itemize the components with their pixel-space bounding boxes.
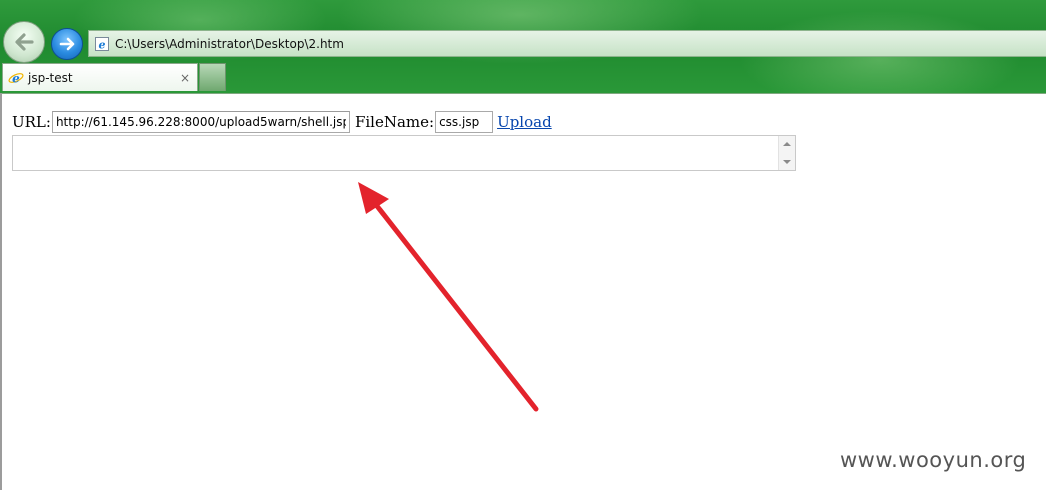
- ie-page-icon: e: [95, 36, 109, 51]
- browser-chrome: e C:\Users\Administrator\Desktop\2.htm e…: [0, 0, 1046, 94]
- new-tab-button[interactable]: [199, 63, 226, 91]
- scroll-down-icon[interactable]: [779, 154, 795, 170]
- tab-jsp-test[interactable]: e jsp-test ×: [2, 63, 198, 91]
- ie-tab-icon: e: [8, 71, 24, 85]
- page-left-border: [0, 93, 2, 490]
- upload-link[interactable]: Upload: [497, 113, 552, 131]
- url-label: URL:: [12, 113, 51, 131]
- svg-text:e: e: [99, 38, 106, 51]
- address-text: C:\Users\Administrator\Desktop\2.htm: [115, 36, 344, 51]
- content-textarea[interactable]: [12, 135, 796, 171]
- filename-label: FileName:: [354, 113, 435, 131]
- filename-input[interactable]: [435, 111, 494, 133]
- url-input[interactable]: [51, 111, 350, 133]
- upload-form: URL: FileName: Upload: [12, 111, 552, 133]
- back-arrow-icon: [15, 33, 34, 51]
- tab-title: jsp-test: [28, 70, 73, 85]
- back-button[interactable]: [3, 21, 45, 63]
- textarea-scrollbar[interactable]: [778, 136, 795, 170]
- forward-arrow-icon: [59, 37, 75, 51]
- tab-close-icon[interactable]: ×: [178, 71, 192, 85]
- svg-text:e: e: [12, 71, 20, 85]
- forward-button[interactable]: [51, 28, 83, 60]
- scroll-up-icon[interactable]: [779, 136, 795, 152]
- watermark: www.wooyun.org: [840, 448, 1027, 472]
- address-bar[interactable]: e C:\Users\Administrator\Desktop\2.htm: [88, 30, 1046, 57]
